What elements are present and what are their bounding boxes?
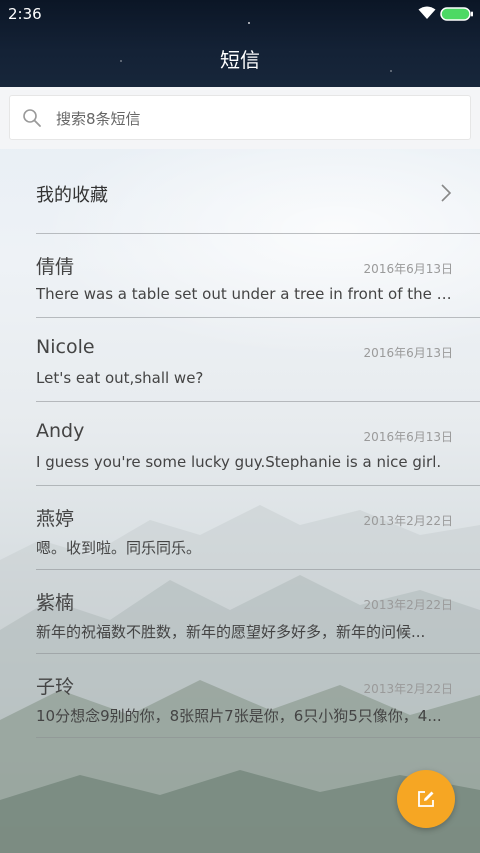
- status-time: 2:36: [8, 5, 42, 23]
- list-item[interactable]: Nicole 2016年6月13日 Let's eat out,shall we…: [0, 318, 480, 402]
- favorites-label: 我的收藏: [36, 185, 108, 206]
- list-item[interactable]: 燕婷 2013年2月22日 嗯。收到啦。同乐同乐。: [0, 486, 480, 570]
- message-preview: 10分想念9别的你，8张照片7张是你，6只小狗5只像你，4...: [36, 707, 442, 725]
- message-preview: 新年的祝福数不胜数，新年的愿望好多好多，新年的问候...: [36, 623, 426, 641]
- message-date: 2016年6月13日: [363, 346, 453, 360]
- message-date: 2013年2月22日: [363, 514, 453, 528]
- search-bar: 搜索8条短信: [0, 87, 480, 149]
- divider: [36, 737, 480, 738]
- top-app-bar: 2:36 短信: [0, 0, 480, 87]
- contact-name: 子玲: [36, 676, 75, 698]
- message-preview: There was a table set out under a tree i…: [36, 285, 456, 303]
- search-input[interactable]: 搜索8条短信: [9, 95, 471, 140]
- list-item[interactable]: 紫楠 2013年2月22日 新年的祝福数不胜数，新年的愿望好多好多，新年的问候.…: [0, 570, 480, 654]
- chevron-right-icon: [441, 184, 452, 202]
- contact-name: Andy: [36, 420, 85, 442]
- contact-name: Nicole: [36, 336, 95, 358]
- contact-name: 倩倩: [36, 256, 75, 278]
- contact-name: 燕婷: [36, 508, 75, 530]
- message-preview: Let's eat out,shall we?: [36, 369, 204, 387]
- message-date: 2016年6月13日: [363, 262, 453, 276]
- wifi-icon: [418, 6, 436, 19]
- battery-icon: [440, 7, 473, 21]
- message-preview: 嗯。收到啦。同乐同乐。: [36, 539, 202, 557]
- compose-button[interactable]: [397, 770, 455, 828]
- search-placeholder: 搜索8条短信: [56, 110, 141, 128]
- search-icon: [23, 109, 41, 127]
- message-preview: I guess you're some lucky guy.Stephanie …: [36, 453, 442, 471]
- page-title: 短信: [220, 48, 260, 72]
- compose-icon: [418, 791, 434, 807]
- message-date: 2013年2月22日: [363, 682, 453, 696]
- list-item[interactable]: Andy 2016年6月13日 I guess you're some luck…: [0, 402, 480, 486]
- favorites-item[interactable]: 我的收藏: [0, 150, 480, 234]
- message-date: 2013年2月22日: [363, 598, 453, 612]
- message-date: 2016年6月13日: [363, 430, 453, 444]
- contact-name: 紫楠: [36, 592, 75, 614]
- list-item[interactable]: 倩倩 2016年6月13日 There was a table set out …: [0, 234, 480, 318]
- star-decoration: [248, 22, 250, 24]
- list-item[interactable]: 子玲 2013年2月22日 10分想念9别的你，8张照片7张是你，6只小狗5只像…: [0, 654, 480, 738]
